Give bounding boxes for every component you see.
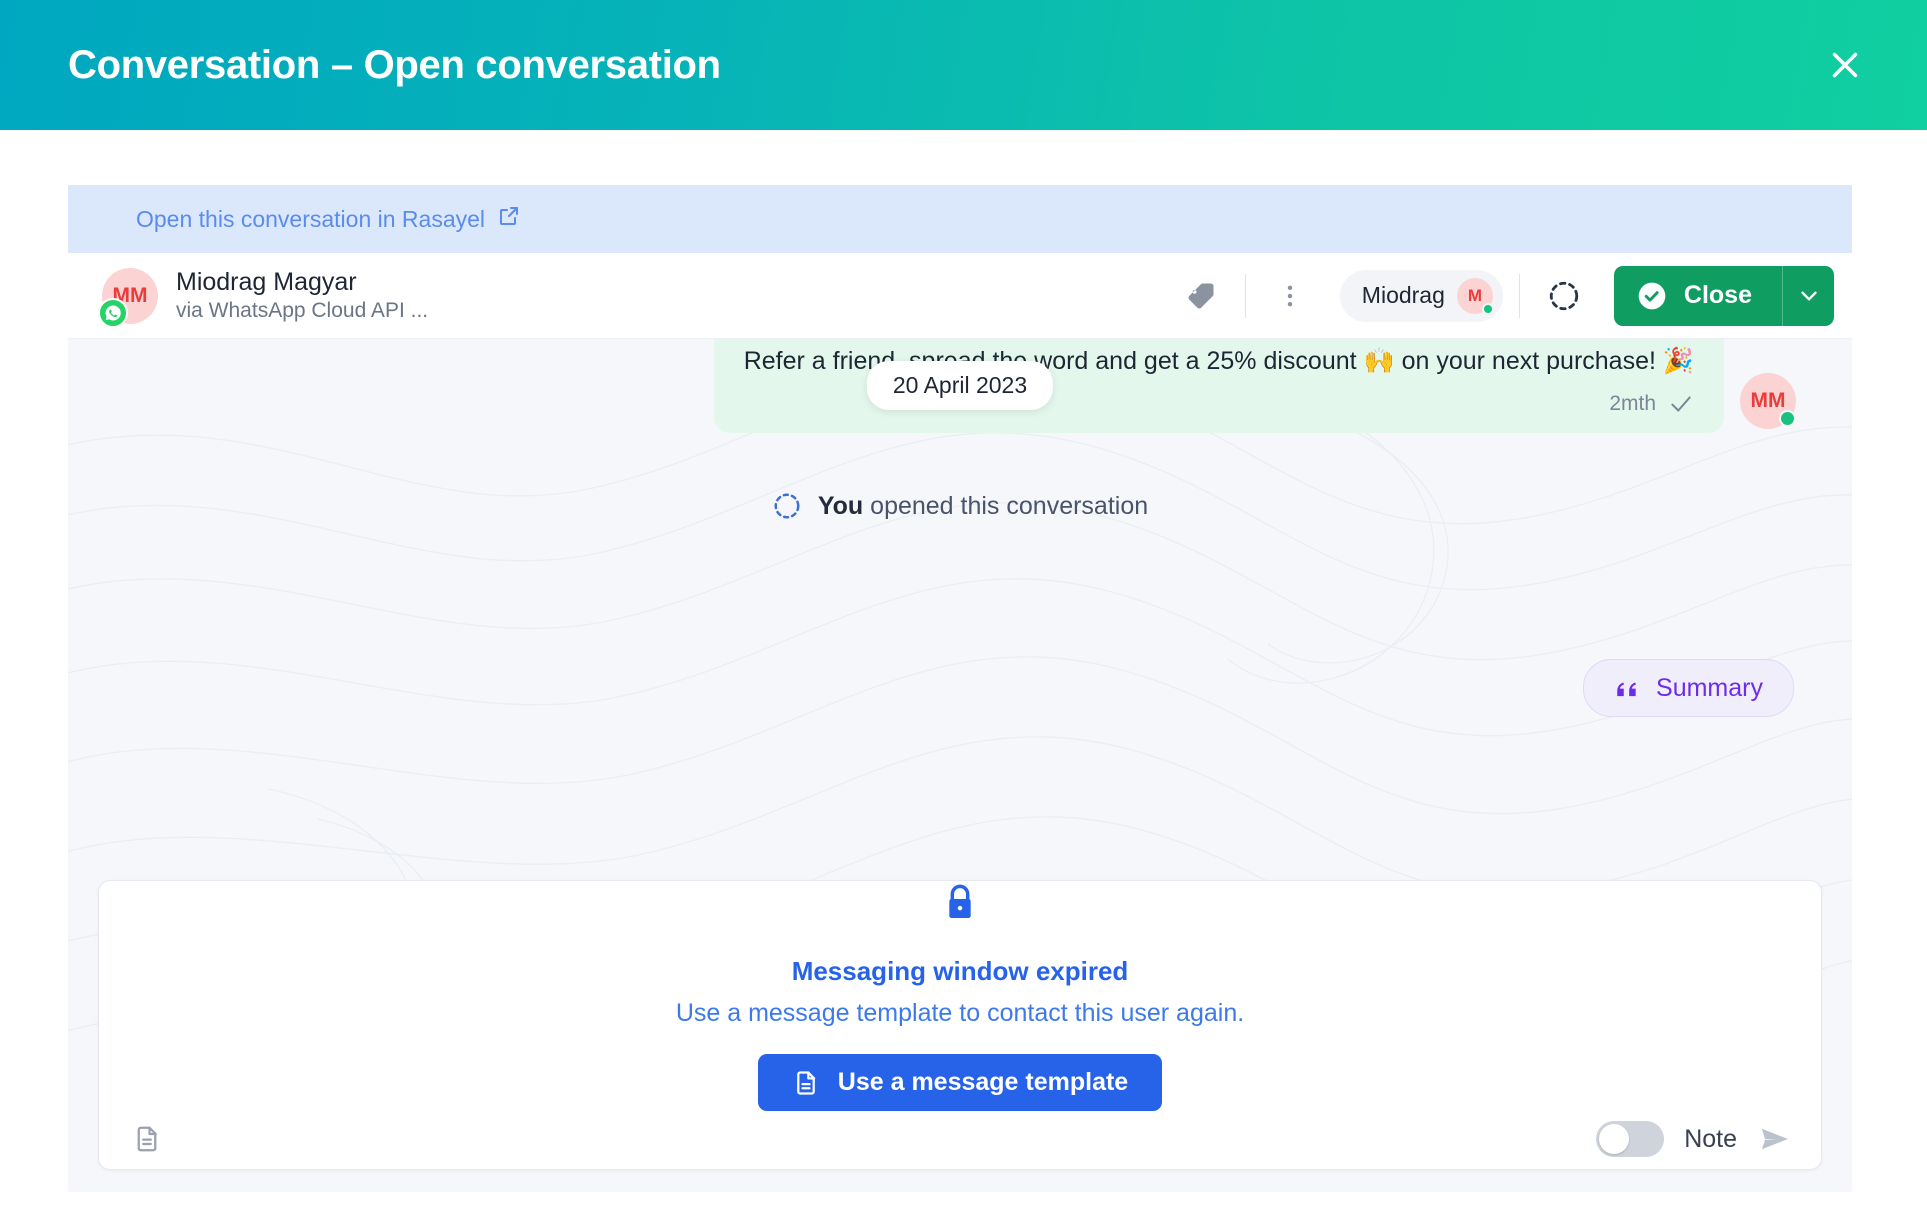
- dashed-circle-icon: [772, 491, 802, 521]
- toolbar-divider-1: [1244, 273, 1246, 318]
- check-icon: [1668, 391, 1694, 417]
- open-in-rasayel-link[interactable]: Open this conversation in Rasayel: [136, 204, 521, 234]
- conversation-card: Open this conversation in Rasayel MM Mio…: [68, 185, 1852, 1192]
- expired-title: Messaging window expired: [791, 956, 1129, 986]
- contact-channel: via WhatsApp Cloud API ...: [176, 299, 429, 322]
- page-title: Conversation – Open conversation: [68, 42, 721, 87]
- expired-subtitle: Use a message template to contact this u…: [675, 999, 1245, 1027]
- summary-button[interactable]: Summary: [1583, 659, 1794, 717]
- message-timestamp: 2mth: [1609, 391, 1656, 415]
- composer-expired-state: Messaging window expired Use a message t…: [99, 881, 1821, 1111]
- modal-header: Conversation – Open conversation: [0, 0, 1927, 130]
- date-separator-pill: 20 April 2023: [866, 361, 1054, 410]
- external-link-icon: [497, 204, 521, 234]
- whatsapp-icon: [98, 297, 128, 328]
- attachment-document-icon[interactable]: [125, 1117, 169, 1161]
- message-bubble[interactable]: , and get happy and happy and happy and …: [713, 339, 1724, 433]
- open-in-rasayel-label: Open this conversation in Rasayel: [136, 205, 486, 232]
- assignee-name: Miodrag: [1361, 282, 1445, 308]
- use-message-template-button[interactable]: Use a message template: [757, 1054, 1163, 1111]
- check-circle-icon: [1636, 280, 1668, 312]
- system-event-row: You opened this conversation: [68, 491, 1852, 521]
- conversation-toolbar: MM Miodrag Magyar via WhatsApp Cloud API…: [68, 253, 1852, 339]
- toolbar-divider-2: [1518, 273, 1520, 318]
- close-conversation-label: Close: [1683, 281, 1752, 309]
- document-icon: [792, 1069, 820, 1097]
- assignee-avatar: M: [1456, 277, 1494, 315]
- system-event-actor: You: [817, 491, 864, 520]
- send-icon[interactable]: [1757, 1121, 1793, 1157]
- chat-scroll-area[interactable]: , and get happy and happy and happy and …: [68, 339, 1852, 1192]
- composer-footer: Note: [99, 1109, 1821, 1169]
- summary-label: Summary: [1656, 673, 1763, 702]
- note-label: Note: [1684, 1124, 1737, 1153]
- online-status-dot: [1779, 409, 1796, 427]
- chevron-down-icon[interactable]: [1782, 265, 1834, 326]
- avatar: MM: [98, 267, 158, 328]
- note-toggle[interactable]: [1596, 1121, 1665, 1157]
- online-status-dot: [1481, 302, 1494, 315]
- close-conversation-button[interactable]: Close: [1613, 265, 1782, 326]
- more-vertical-icon[interactable]: [1262, 268, 1318, 324]
- note-toggle-knob: [1599, 1124, 1630, 1154]
- dashed-circle-icon[interactable]: [1536, 268, 1592, 324]
- tag-icon[interactable]: [1173, 268, 1229, 324]
- use-message-template-label: Use a message template: [837, 1068, 1129, 1096]
- lock-icon: [940, 881, 980, 930]
- system-event-text: opened this conversation: [863, 491, 1149, 520]
- contact-name: Miodrag Magyar: [176, 268, 357, 296]
- assignee-chip[interactable]: Miodrag M: [1339, 269, 1503, 322]
- contact-header[interactable]: MM Miodrag Magyar via WhatsApp Cloud API…: [98, 267, 429, 328]
- close-conversation-group: Close: [1613, 265, 1834, 326]
- modal-body: Open this conversation in Rasayel MM Mio…: [0, 130, 1927, 1227]
- message-composer: Messaging window expired Use a message t…: [98, 880, 1822, 1170]
- close-icon[interactable]: [1819, 39, 1871, 91]
- quote-icon: [1614, 675, 1640, 701]
- open-in-rasayel-banner: Open this conversation in Rasayel: [68, 185, 1852, 253]
- message-avatar: MM: [1740, 372, 1796, 429]
